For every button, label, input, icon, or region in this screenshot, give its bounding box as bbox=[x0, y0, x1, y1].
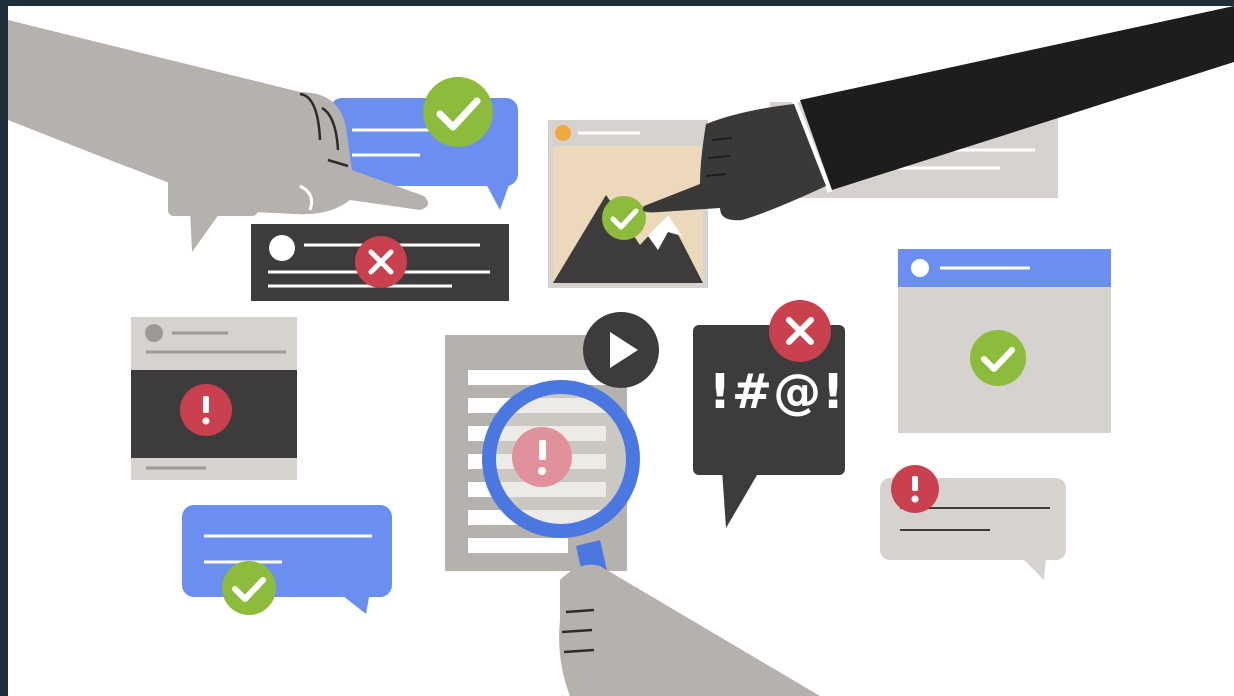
illustration-frame: !#@! bbox=[0, 0, 1234, 696]
alert-badge-icon bbox=[180, 384, 232, 436]
alert-badge-icon bbox=[512, 427, 572, 487]
x-badge-icon bbox=[355, 236, 407, 288]
play-icon[interactable] bbox=[583, 312, 659, 388]
alert-badge-icon bbox=[891, 465, 939, 513]
holding-hand-bottom bbox=[559, 564, 820, 696]
illustration-svg bbox=[8, 6, 1234, 696]
check-badge-icon bbox=[222, 561, 276, 615]
x-badge-icon bbox=[769, 300, 831, 362]
approved-chat-bubble-bottom bbox=[182, 505, 392, 614]
check-badge-icon bbox=[970, 330, 1026, 386]
check-badge-icon bbox=[423, 77, 493, 147]
check-badge-icon bbox=[602, 196, 646, 240]
profanity-speech-bubble bbox=[693, 325, 845, 528]
content-moderation-illustration: !#@! bbox=[8, 6, 1234, 696]
profanity-symbols: !#@! bbox=[709, 364, 845, 420]
